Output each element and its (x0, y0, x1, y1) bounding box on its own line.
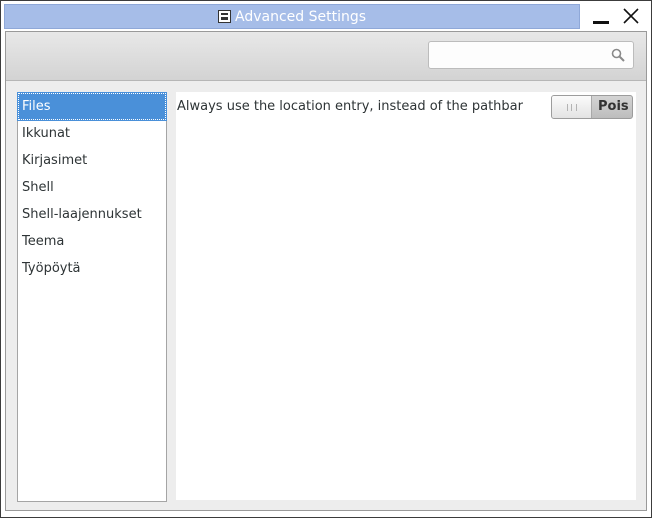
sidebar-item-shell-laajennukset[interactable]: Shell-laajennukset (18, 201, 166, 228)
tweak-tool-icon (217, 10, 231, 23)
main-window: Files Ikkunat Kirjasimet Shell Shell-laa… (5, 31, 647, 511)
search-icon[interactable] (611, 48, 625, 62)
sidebar-item-shell[interactable]: Shell (18, 174, 166, 201)
header-bar (6, 32, 646, 81)
settings-panel: Always use the location entry, instead o… (176, 92, 636, 500)
setting-row-location-entry: Always use the location entry, instead o… (176, 92, 636, 122)
grip-icon (566, 103, 577, 111)
minimize-icon (593, 21, 609, 24)
close-button[interactable] (620, 5, 642, 27)
minimize-button[interactable] (590, 5, 612, 27)
category-sidebar: Files Ikkunat Kirjasimet Shell Shell-laa… (17, 92, 167, 502)
window-title: Advanced Settings (234, 8, 367, 25)
sidebar-item-kirjasimet[interactable]: Kirjasimet (18, 147, 166, 174)
location-entry-toggle[interactable]: Pois (551, 95, 633, 119)
title-bar[interactable]: Advanced Settings (4, 4, 580, 29)
close-icon (623, 8, 639, 24)
sidebar-item-tyopoyta[interactable]: Työpöytä (18, 255, 166, 282)
sidebar-item-ikkunat[interactable]: Ikkunat (18, 120, 166, 147)
sidebar-item-teema[interactable]: Teema (18, 228, 166, 255)
setting-label: Always use the location entry, instead o… (177, 99, 523, 114)
toggle-knob[interactable] (552, 96, 592, 118)
search-input[interactable] (428, 41, 634, 69)
toggle-state-label: Pois (598, 99, 629, 114)
sidebar-item-files[interactable]: Files (17, 92, 167, 121)
